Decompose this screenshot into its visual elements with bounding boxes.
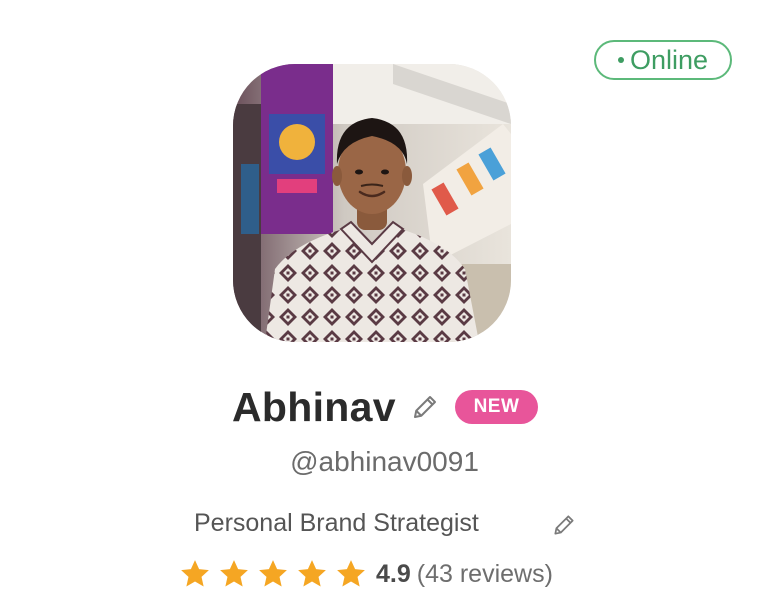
edit-name-pencil-icon[interactable] xyxy=(410,392,440,422)
star-icon xyxy=(337,560,365,587)
star-icon xyxy=(181,560,209,587)
edit-role-pencil-icon[interactable] xyxy=(551,512,577,538)
rating-value: 4.9 xyxy=(376,559,411,588)
profile-role: Personal Brand Strategist xyxy=(194,509,479,537)
star-icon xyxy=(298,560,326,587)
online-dot-icon xyxy=(617,57,624,63)
rating-row: 4.9 (43 reviews) xyxy=(178,556,553,592)
profile-photo xyxy=(233,64,511,342)
profile-name: Abhinav xyxy=(232,384,396,430)
username: @abhinav0091 xyxy=(290,446,479,477)
star-icon xyxy=(259,560,287,587)
review-count[interactable]: (43 reviews) xyxy=(417,560,553,589)
avatar[interactable] xyxy=(233,64,511,342)
role-row: Personal Brand Strategist xyxy=(0,505,769,541)
online-status-badge: Online xyxy=(594,40,732,80)
profile-card: Online Abhinav NEW @abhinav0091 Personal… xyxy=(0,0,769,602)
star-icon xyxy=(220,560,248,587)
name-row: Abhinav NEW xyxy=(0,380,769,434)
star-rating xyxy=(178,557,368,591)
online-status-label: Online xyxy=(629,44,709,75)
new-badge: NEW xyxy=(455,390,538,424)
